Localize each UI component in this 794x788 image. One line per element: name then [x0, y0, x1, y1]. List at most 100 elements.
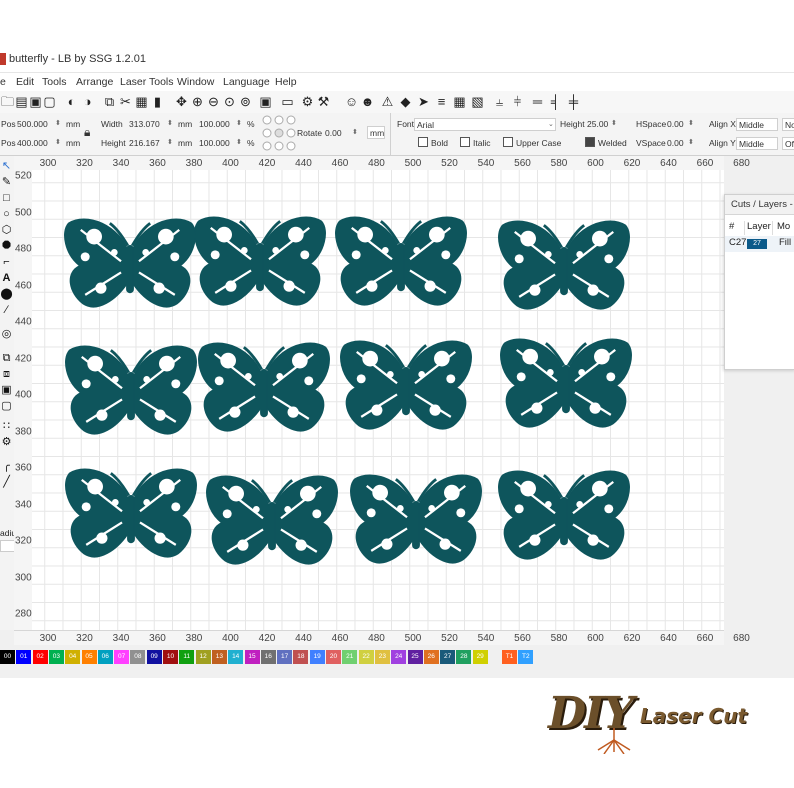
- palette-swatch-10[interactable]: 10: [163, 650, 178, 664]
- align-center-icon[interactable]: ╪: [566, 94, 581, 109]
- palette-swatch-13[interactable]: 13: [211, 650, 227, 664]
- bezier-icon[interactable]: ⌐: [0, 256, 13, 269]
- text-height-value[interactable]: 25.00: [587, 119, 608, 129]
- zoom-fit-icon[interactable]: ⊙: [222, 94, 237, 109]
- y-pos-spinner-icon[interactable]: ⬍: [55, 138, 61, 146]
- delete-icon[interactable]: ▮: [150, 94, 165, 109]
- scale-x-spinner-icon[interactable]: ⬍: [236, 119, 242, 127]
- open-file-icon[interactable]: ▤: [14, 94, 29, 109]
- save-icon[interactable]: ▣: [28, 94, 43, 109]
- text-height-spinner-icon[interactable]: ⬍: [611, 119, 617, 127]
- palette-swatch-01[interactable]: 01: [16, 650, 32, 664]
- menu-language[interactable]: Language: [223, 76, 270, 88]
- height-value[interactable]: 216.167: [129, 138, 160, 148]
- send-icon[interactable]: ➤: [416, 94, 431, 109]
- hspace-value[interactable]: 0.00: [667, 119, 684, 129]
- boolean-union-icon[interactable]: ⧉: [0, 352, 13, 365]
- monitor-icon[interactable]: ▭: [280, 94, 295, 109]
- palette-swatch-03[interactable]: 03: [48, 650, 64, 664]
- hspace-spinner-icon[interactable]: ⬍: [688, 119, 694, 127]
- boolean-subtract-icon[interactable]: ⧈: [0, 368, 13, 381]
- palette-swatch-19[interactable]: 19: [309, 650, 325, 664]
- butterfly-design[interactable]: [193, 215, 327, 307]
- butterfly-design[interactable]: [339, 339, 473, 431]
- palette-swatch-25[interactable]: 25: [407, 650, 423, 664]
- palette-swatch-23[interactable]: 23: [374, 650, 390, 664]
- align-x-select[interactable]: Middle: [736, 118, 778, 131]
- layer-row-mode[interactable]: Fill: [777, 237, 791, 251]
- butterfly-design[interactable]: [64, 344, 198, 436]
- x-pos-value[interactable]: 500.000: [17, 119, 48, 129]
- save-as-icon[interactable]: ▢: [42, 94, 57, 109]
- menu-laser-tools[interactable]: Laser Tools: [120, 76, 174, 88]
- palette-swatch-29[interactable]: 29: [472, 650, 488, 664]
- palette-swatch-18[interactable]: 18: [293, 650, 309, 664]
- gear-shape-icon[interactable]: ⚙: [0, 436, 13, 449]
- butterfly-design[interactable]: [349, 473, 483, 565]
- rotate-spinner-icon[interactable]: ⬍: [352, 128, 358, 136]
- design-canvas[interactable]: [32, 170, 724, 630]
- open-folder-icon[interactable]: 🗀: [0, 94, 15, 109]
- unit-toggle-button[interactable]: mm: [367, 126, 385, 139]
- palette-swatch-17[interactable]: 17: [277, 650, 293, 664]
- butterfly-design[interactable]: [497, 469, 631, 561]
- palette-swatch-T2[interactable]: T2: [518, 650, 534, 664]
- select-arrow-icon[interactable]: ↖: [0, 160, 13, 173]
- copy-icon[interactable]: ⧉: [102, 94, 117, 109]
- welded-checkbox[interactable]: [585, 137, 595, 147]
- weld-icon[interactable]: ▢: [0, 400, 13, 413]
- align-y-extra-select[interactable]: Off: [782, 137, 794, 150]
- upper-case-checkbox[interactable]: [503, 137, 513, 147]
- zoom-in-icon[interactable]: ⊕: [190, 94, 205, 109]
- font-dropdown-chevron-icon[interactable]: ⌄: [548, 120, 554, 128]
- menu-file[interactable]: e: [0, 76, 6, 88]
- menu-arrange[interactable]: Arrange: [76, 76, 113, 88]
- offset-icon[interactable]: ◎: [0, 328, 13, 341]
- scale-y-value[interactable]: 100.000: [199, 138, 230, 148]
- palette-swatch-04[interactable]: 04: [65, 650, 81, 664]
- width-spinner-icon[interactable]: ⬍: [167, 119, 173, 127]
- butterfly-design[interactable]: [497, 219, 631, 311]
- butterfly-design[interactable]: [205, 474, 339, 566]
- settings-gear-icon[interactable]: ⚙: [300, 94, 315, 109]
- palette-swatch-05[interactable]: 05: [81, 650, 97, 664]
- palette-swatch-21[interactable]: 21: [342, 650, 358, 664]
- bold-checkbox[interactable]: [418, 137, 428, 147]
- group-icon[interactable]: ▦: [452, 94, 467, 109]
- align-y-select[interactable]: Middle: [736, 137, 778, 150]
- undo-icon[interactable]: ◐: [64, 94, 79, 109]
- palette-swatch-15[interactable]: 15: [244, 650, 260, 664]
- ellipse-icon[interactable]: ○: [0, 208, 13, 221]
- butterfly-design[interactable]: [197, 341, 331, 433]
- corner-chamfer-icon[interactable]: ╱: [0, 476, 13, 489]
- menu-tools[interactable]: Tools: [42, 76, 67, 88]
- measure-icon[interactable]: ∕: [0, 304, 13, 317]
- tools-wrench-icon[interactable]: ⚒: [316, 94, 331, 109]
- layer-color-swatch[interactable]: 27: [747, 239, 767, 249]
- radius-input[interactable]: [0, 540, 15, 552]
- palette-swatch-27[interactable]: 27: [440, 650, 456, 664]
- corner-round-icon[interactable]: ╭: [0, 460, 13, 473]
- palette-swatch-16[interactable]: 16: [260, 650, 276, 664]
- boolean-intersect-icon[interactable]: ▣: [0, 384, 13, 397]
- user-icon[interactable]: ☻: [360, 94, 375, 109]
- users-icon[interactable]: ☺: [344, 94, 359, 109]
- text-tool-icon[interactable]: A: [0, 272, 13, 285]
- height-spinner-icon[interactable]: ⬍: [167, 138, 173, 146]
- mirror-icon[interactable]: ◆: [398, 94, 413, 109]
- palette-swatch-22[interactable]: 22: [358, 650, 374, 664]
- palette-swatch-24[interactable]: 24: [391, 650, 407, 664]
- palette-swatch-09[interactable]: 09: [146, 650, 162, 664]
- camera-icon[interactable]: ▣: [258, 94, 273, 109]
- palette-swatch-00[interactable]: 00: [0, 650, 15, 664]
- array-icon[interactable]: ∷: [0, 420, 13, 433]
- align-icon[interactable]: ≡: [434, 94, 449, 109]
- palette-swatch-02[interactable]: 02: [32, 650, 48, 664]
- vspace-value[interactable]: 0.00: [667, 138, 684, 148]
- butterfly-design[interactable]: [334, 215, 468, 307]
- octagon-icon[interactable]: ⯃: [0, 240, 13, 253]
- butterfly-design[interactable]: [64, 467, 198, 559]
- palette-swatch-07[interactable]: 07: [114, 650, 130, 664]
- palette-swatch-28[interactable]: 28: [456, 650, 472, 664]
- width-value[interactable]: 313.070: [129, 119, 160, 129]
